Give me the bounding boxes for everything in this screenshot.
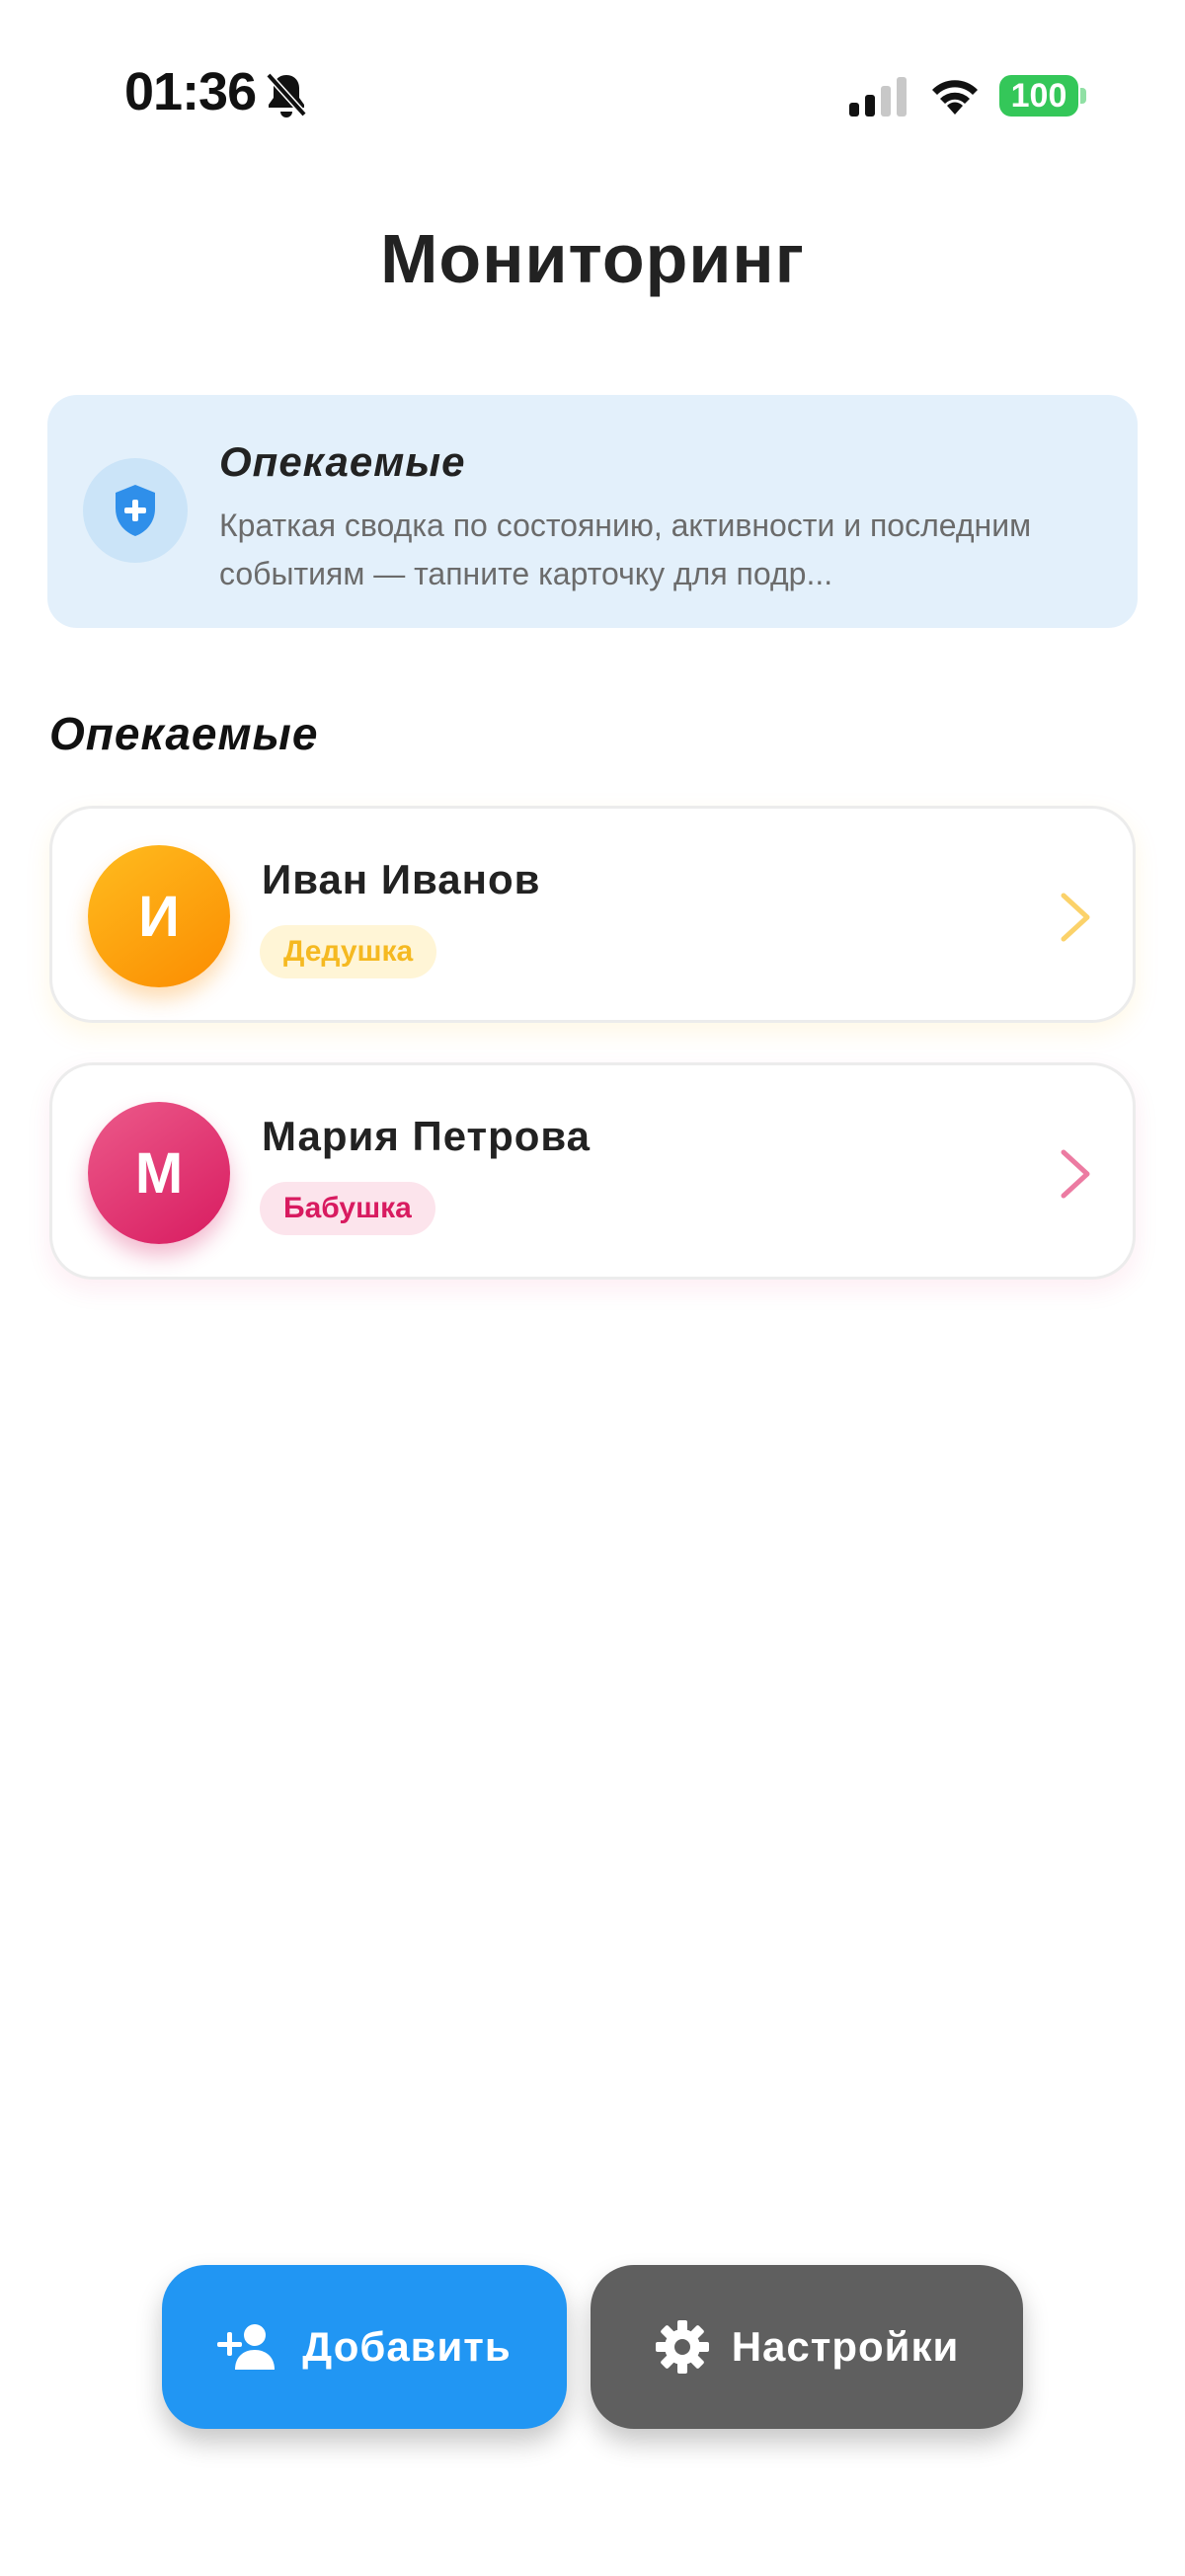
section-title: Опекаемые	[49, 708, 319, 759]
info-card-description: Краткая сводка по состоянию, активности …	[219, 507, 1032, 591]
chevron-right-icon	[1061, 893, 1090, 942]
settings-button[interactable]: Настройки	[591, 2265, 1023, 2429]
add-button[interactable]: Добавить	[162, 2265, 567, 2429]
person-add-icon	[217, 2322, 280, 2372]
ward-name: Иван Иванов	[262, 856, 541, 902]
info-card: Опекаемые Краткая сводка по состоянию, а…	[47, 395, 1138, 628]
battery-cap	[1080, 88, 1086, 104]
gear-icon	[655, 2319, 710, 2375]
add-button-label: Добавить	[302, 2323, 512, 2370]
shield-plus-icon	[116, 485, 155, 536]
status-time: 01:36	[124, 62, 257, 121]
relation-label: Дедушка	[283, 935, 414, 968]
wifi-icon	[932, 80, 978, 115]
chevron-right-icon	[1061, 1149, 1090, 1199]
ward-name: Мария Петрова	[262, 1113, 592, 1159]
monitoring-screen: 01:36 100 Мониторинг Опекаемые Краткая с…	[0, 0, 1185, 2576]
avatar: И	[88, 845, 230, 987]
status-bar: 01:36 100	[0, 0, 1185, 188]
avatar-initial: М	[134, 1140, 184, 1206]
battery-icon: 100	[999, 75, 1078, 117]
ward-card-maria[interactable]: М Мария Петрова Бабушка	[49, 1062, 1136, 1280]
relation-badge: Бабушка	[260, 1182, 435, 1235]
settings-button-label: Настройки	[731, 2323, 960, 2370]
avatar-initial: И	[138, 884, 180, 949]
relation-badge: Дедушка	[260, 925, 437, 978]
page-title: Мониторинг	[380, 220, 805, 297]
battery-level: 100	[1010, 76, 1067, 115]
info-icon-circle	[83, 458, 188, 563]
bell-off-icon	[266, 72, 307, 117]
ward-card-ivan[interactable]: И Иван Иванов Дедушка	[49, 806, 1136, 1023]
cellular-signal-icon	[849, 77, 907, 117]
relation-label: Бабушка	[283, 1192, 412, 1224]
info-card-title: Опекаемые	[219, 438, 466, 485]
avatar: М	[88, 1102, 230, 1244]
